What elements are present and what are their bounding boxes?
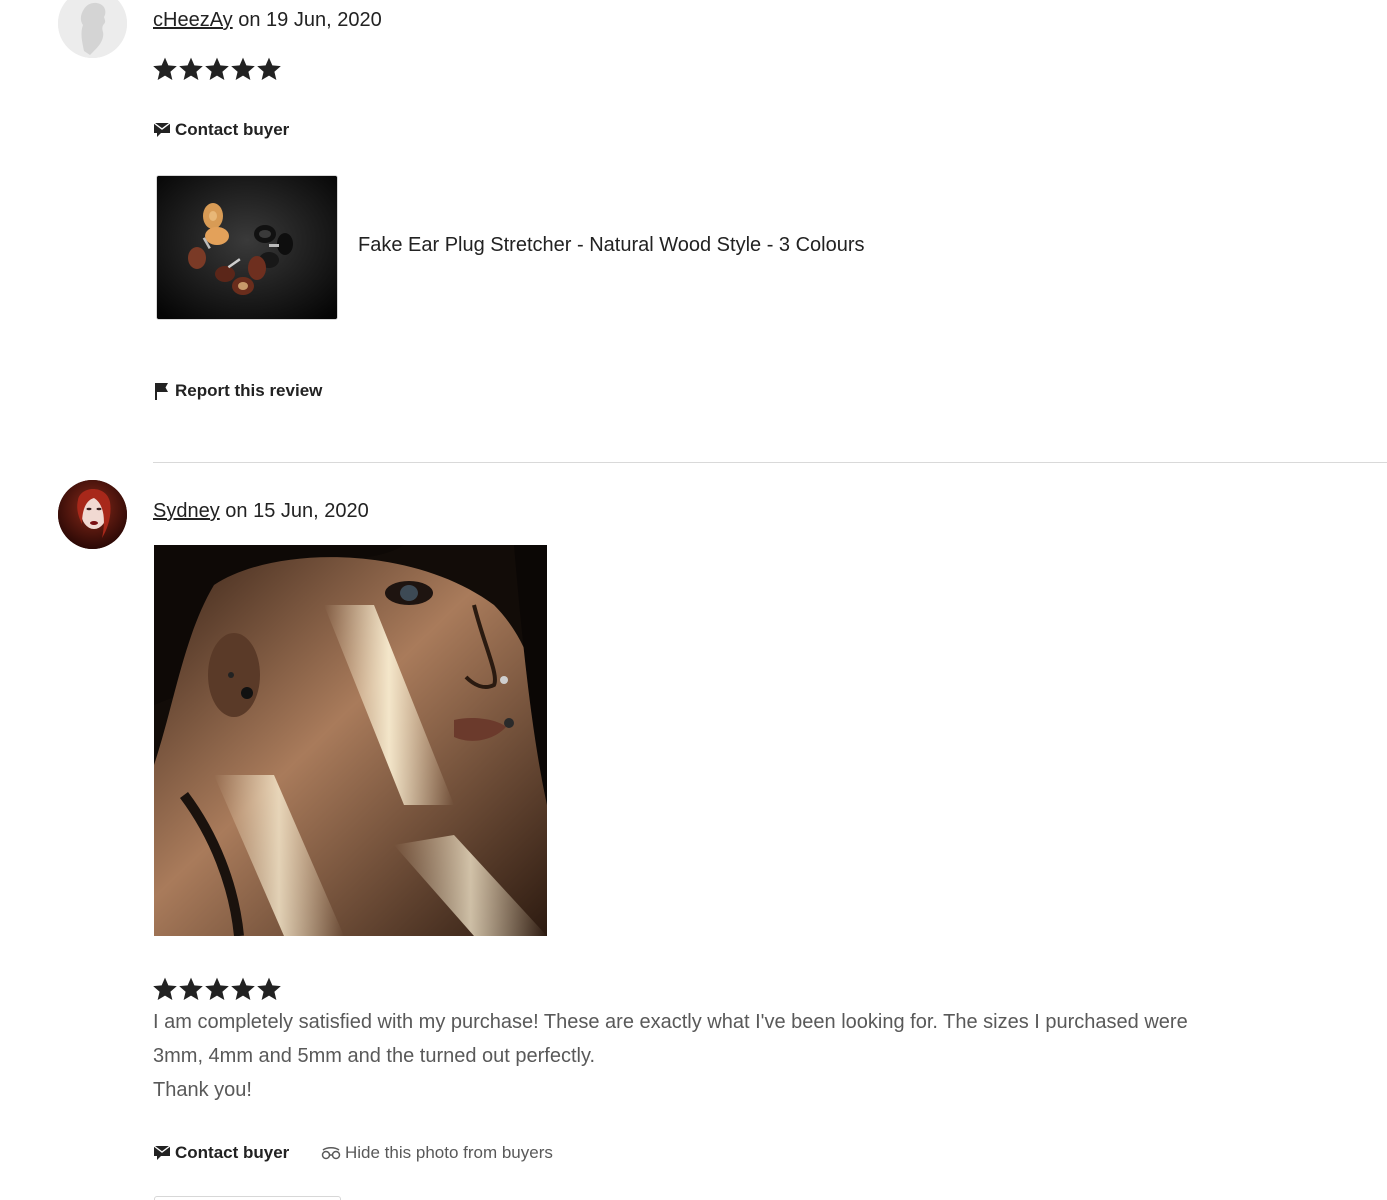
star-icon bbox=[205, 977, 229, 1000]
product-thumbnail[interactable] bbox=[154, 1196, 341, 1200]
product-thumbnail[interactable] bbox=[156, 175, 338, 320]
reviewer-avatar[interactable] bbox=[58, 0, 127, 58]
review-meta: Sydney on 15 Jun, 2020 bbox=[153, 499, 369, 523]
star-icon bbox=[257, 57, 281, 80]
message-icon bbox=[153, 1145, 171, 1160]
user-photo-avatar bbox=[58, 480, 127, 549]
review-text-line: I am completely satisfied with my purcha… bbox=[153, 1011, 1188, 1033]
star-rating bbox=[152, 976, 282, 1002]
reviewer-name-link[interactable]: cHeezAy bbox=[153, 9, 233, 31]
review-photo[interactable] bbox=[154, 545, 547, 936]
star-icon bbox=[179, 977, 203, 1000]
star-icon bbox=[231, 57, 255, 80]
report-review-button[interactable]: Report this review bbox=[153, 381, 322, 401]
star-icon bbox=[257, 977, 281, 1000]
star-icon bbox=[179, 57, 203, 80]
contact-buyer-button[interactable]: Contact buyer bbox=[153, 120, 289, 140]
product-image bbox=[157, 176, 337, 319]
star-icon bbox=[153, 57, 177, 80]
contact-buyer-label: Contact buyer bbox=[175, 120, 290, 139]
reviews-page: cHeezAy on 19 Jun, 2020 Contact buyer Fa… bbox=[0, 0, 1387, 1200]
star-rating bbox=[152, 56, 282, 82]
star-icon bbox=[153, 977, 177, 1000]
review-text: I am completely satisfied with my purcha… bbox=[153, 1005, 1303, 1107]
buyer-photo-image bbox=[154, 545, 547, 936]
product-title-link[interactable]: Fake Ear Plug Stretcher - Natural Wood S… bbox=[358, 234, 865, 257]
flag-icon bbox=[155, 383, 168, 400]
hide-photo-label: Hide this photo from buyers bbox=[345, 1143, 553, 1162]
review-meta: cHeezAy on 19 Jun, 2020 bbox=[153, 8, 382, 32]
contact-buyer-button[interactable]: Contact buyer bbox=[153, 1143, 289, 1163]
review-divider bbox=[153, 462, 1387, 463]
review-date: on 15 Jun, 2020 bbox=[219, 500, 369, 522]
hidden-eye-icon bbox=[321, 1147, 341, 1160]
report-review-label: Report this review bbox=[175, 381, 323, 400]
reviewer-avatar[interactable] bbox=[58, 480, 127, 549]
review-text-line: 3mm, 4mm and 5mm and the turned out perf… bbox=[153, 1045, 596, 1067]
reviewer-name-link[interactable]: Sydney bbox=[153, 500, 220, 522]
message-icon bbox=[153, 122, 171, 137]
contact-buyer-label: Contact buyer bbox=[175, 1143, 290, 1162]
star-icon bbox=[231, 977, 255, 1000]
review-date: on 19 Jun, 2020 bbox=[232, 9, 382, 31]
hide-photo-button[interactable]: Hide this photo from buyers bbox=[321, 1143, 553, 1163]
star-icon bbox=[205, 57, 229, 80]
default-avatar-icon bbox=[58, 0, 127, 58]
review-text-line: Thank you! bbox=[153, 1079, 252, 1101]
